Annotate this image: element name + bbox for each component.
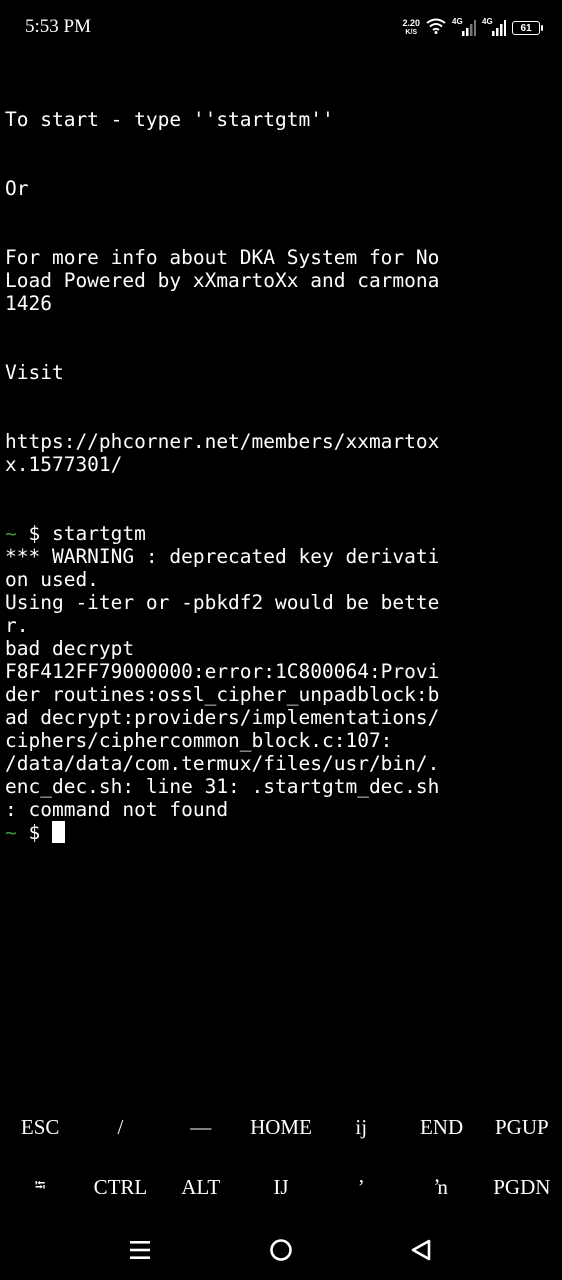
alt-key[interactable]: ALT bbox=[161, 1158, 241, 1216]
prompt-command: startgtm bbox=[51, 522, 146, 545]
signal-icon: 4G bbox=[452, 17, 476, 37]
home-key[interactable]: HOME bbox=[241, 1098, 321, 1156]
net-speed: 2.20 K/S bbox=[402, 19, 420, 37]
terminal-line: Visit bbox=[5, 361, 64, 384]
status-time: 5:53 PM bbox=[25, 16, 91, 37]
signal-icon: 4G bbox=[482, 17, 506, 37]
sim1-label: 4G bbox=[452, 17, 463, 26]
IJ-key-label: IJ bbox=[273, 1174, 289, 1199]
dash-key[interactable]: — bbox=[161, 1098, 241, 1156]
pgdn-key[interactable]: PGDN bbox=[482, 1158, 562, 1216]
battery-icon: 61 bbox=[512, 21, 543, 35]
terminal-line: /data/data/com.termux/files/usr/bin/. bbox=[5, 752, 440, 775]
back-triangle-icon[interactable] bbox=[407, 1236, 435, 1264]
slash-key[interactable]: / bbox=[80, 1098, 160, 1156]
IJ-key[interactable]: IJ bbox=[241, 1158, 321, 1216]
prompt-tilde: ~ bbox=[5, 522, 17, 545]
terminal-line: Load Powered by xXmartoXx and carmona bbox=[5, 269, 440, 292]
prompt-symbol: $ bbox=[16, 821, 52, 844]
ctrl-key[interactable]: CTRL bbox=[80, 1158, 160, 1216]
extra-keys-bar: ESC / — HOME ij END PGUP ⭾ CTRL ALT IJ ʼ ŉ PGDN bbox=[0, 1098, 562, 1216]
battery-level: 61 bbox=[520, 22, 532, 34]
wifi-icon bbox=[426, 18, 446, 39]
navigation-bar bbox=[0, 1218, 562, 1280]
sim2-label: 4G bbox=[482, 17, 493, 26]
apostrophe-key[interactable]: ʼ bbox=[321, 1158, 401, 1216]
terminal-line: Using -iter or -pbkdf2 would be bette bbox=[5, 591, 440, 614]
terminal-line: 1426 bbox=[5, 292, 52, 315]
dash-key-label: — bbox=[190, 1114, 212, 1139]
terminal-line: To start - type ''startgtm'' bbox=[5, 108, 334, 131]
extra-keys-row-2: ⭾ CTRL ALT IJ ʼ ŉ PGDN bbox=[0, 1158, 562, 1216]
slash-key-label: / bbox=[117, 1114, 124, 1139]
apostrophe-key-label: ʼ bbox=[357, 1174, 365, 1199]
terminal-line: F8F412FF79000000:error:1C800064:Provi bbox=[5, 660, 440, 683]
end-key[interactable]: END bbox=[401, 1098, 481, 1156]
ij-key[interactable]: ij bbox=[321, 1098, 401, 1156]
ij-key-label: ij bbox=[355, 1114, 368, 1139]
net-speed-value: 2.20 bbox=[402, 18, 420, 28]
prompt-symbol: $ bbox=[16, 522, 52, 545]
esc-key[interactable]: ESC bbox=[0, 1098, 80, 1156]
terminal-line: der routines:ossl_cipher_unpadblock:b bbox=[5, 683, 440, 706]
home-key-label: HOME bbox=[250, 1114, 312, 1139]
esc-key-label: ESC bbox=[20, 1114, 60, 1139]
menu-icon[interactable] bbox=[126, 1236, 154, 1264]
terminal-line: bad decrypt bbox=[5, 637, 135, 660]
home-circle-icon[interactable] bbox=[267, 1236, 295, 1264]
terminal-line: ~ $ bbox=[5, 821, 550, 844]
terminal-line: ~ $ startgtm bbox=[5, 522, 550, 545]
terminal-line: r. bbox=[5, 614, 29, 637]
terminal-view[interactable]: To start - type ''startgtm'' Or For more i… bbox=[5, 108, 550, 844]
pgdn-key-label: PGDN bbox=[493, 1174, 551, 1199]
extra-keys-row-1: ESC / — HOME ij END PGUP bbox=[0, 1098, 562, 1156]
pgup-key-label: PGUP bbox=[494, 1114, 549, 1139]
terminal-line: ad decrypt:providers/implementations/ bbox=[5, 706, 440, 729]
tab-icon: ⭾ bbox=[34, 1179, 46, 1194]
terminal-line: *** WARNING : deprecated key derivati bbox=[5, 545, 440, 568]
terminal-line: For more info about DKA System for No bbox=[5, 246, 440, 269]
end-key-label: END bbox=[419, 1114, 464, 1139]
terminal-line: ciphers/ciphercommon_block.c:107: bbox=[5, 729, 393, 752]
terminal-line: on used. bbox=[5, 568, 99, 591]
terminal-line: x.1577301/ bbox=[5, 453, 123, 476]
terminal-line: enc_dec.sh: line 31: .startgtm_dec.sh bbox=[5, 775, 440, 798]
pgup-key[interactable]: PGUP bbox=[482, 1098, 562, 1156]
net-speed-unit: K/S bbox=[405, 29, 418, 36]
ctrl-key-label: CTRL bbox=[93, 1174, 148, 1199]
terminal-line: : command not found bbox=[5, 798, 229, 821]
n-apostrophe-key-label: ŉ bbox=[435, 1174, 448, 1199]
prompt-tilde: ~ bbox=[5, 821, 17, 844]
terminal-line: Or bbox=[5, 177, 29, 200]
terminal-line: https://phcorner.net/members/xxmartox bbox=[5, 430, 440, 453]
n-apostrophe-key[interactable]: ŉ bbox=[401, 1158, 481, 1216]
terminal-cursor[interactable] bbox=[51, 821, 65, 843]
status-icons: 2.20 K/S 4G 4G 61 bbox=[402, 16, 543, 40]
status-bar: 5:53 PM 2.20 K/S 4G 4G 61 bbox=[0, 0, 562, 56]
tab-key[interactable]: ⭾ bbox=[0, 1158, 80, 1216]
alt-key-label: ALT bbox=[181, 1174, 221, 1199]
